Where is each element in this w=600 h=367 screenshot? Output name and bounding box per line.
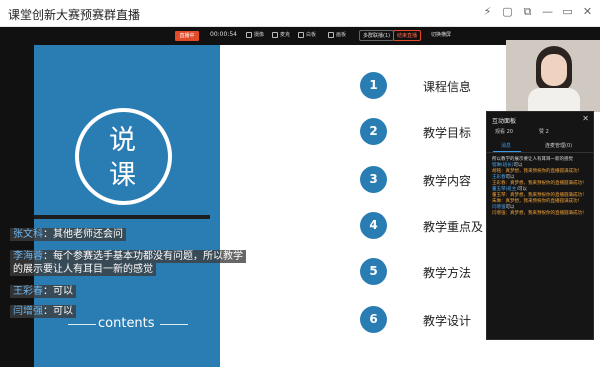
agenda-number: 5 [360,258,387,285]
agenda-number: 4 [360,212,387,239]
title-bar: 课堂创新大赛预赛群直播 ⚡ ▢ ⧉ — ▭ ✕ [0,0,600,27]
agenda-label: 课程信息 [423,80,472,94]
mic-icon [272,31,278,38]
agenda-label: 教学重点及 [423,220,484,234]
agenda-label: 教学设计 [423,314,472,328]
tab-messages[interactable]: 消息 [501,142,511,149]
viewer-count: 观看 20 [495,129,513,135]
message-list: 所以教学的展示要让人有耳目一新的感觉 程琳(班长)可以 胡铭：真梦想，我来预祝你… [492,157,590,217]
slide-title-char-1: 说 [109,125,136,156]
like-count: 赞 2 [539,129,549,135]
agenda-label: 教学内容 [423,174,472,188]
window-controls: ⚡ ▢ ⧉ — ▭ ✕ [481,5,594,19]
webcam-preview [506,40,600,112]
interaction-panel: 互动面板 ✕ 观看 20 赞 2 消息 连麦管理(0) 所以教学的展示要让人有耳… [486,111,594,340]
canvas-icon [328,31,334,38]
contents-label: contents [98,316,155,331]
maximize-button[interactable]: ▭ [561,5,574,19]
panel-title: 互动面板 [492,118,517,125]
live-comment: 闫增强：可以 [10,305,76,318]
live-comment: 李海蓉：每个参赛选手基本功都没有问题，所以教学 [10,250,246,263]
minimize-button[interactable]: — [541,5,554,19]
close-button[interactable]: ✕ [581,5,594,19]
multi-group-button[interactable]: 多群联播(1) [359,30,395,41]
agenda-number: 2 [360,118,387,145]
end-live-button[interactable]: 结束直播 [393,30,422,41]
list-item: 闫增强：真梦想，我来预祝你的直播圆满成功！ [492,211,587,216]
slide-title-char-2: 课 [109,160,136,191]
live-status-badge: 直播中 [175,31,199,41]
active-tab-indicator [493,151,521,152]
window-title: 课堂创新大赛预赛群直播 [8,8,141,22]
agenda-number: 1 [360,72,387,99]
live-comment-continued: 的展示要让人有耳目一新的感觉 [10,263,156,276]
whiteboard-toggle[interactable]: 白板 [298,31,316,38]
camera-toggle[interactable]: 摄像 [246,31,264,38]
popout-icon[interactable]: ⧉ [521,5,534,19]
whiteboard-icon [298,31,304,38]
panel-tabs: 消息 连麦管理(0) [487,140,593,153]
live-comment: 张文科：其他老师还会问 [10,228,126,241]
landscape-toggle[interactable]: 切换横屏 [428,30,454,41]
contents-line-right [160,324,188,325]
close-icon[interactable]: ✕ [582,114,589,123]
contents-line-left [68,324,96,325]
camera-icon [246,31,252,38]
agenda-number: 3 [360,166,387,193]
live-timer: 00:00:54 [210,31,237,38]
agenda-number: 6 [360,306,387,333]
screen-icon[interactable]: ▢ [501,5,514,19]
mic-toggle[interactable]: 麦克 [272,31,290,38]
flash-icon[interactable]: ⚡ [481,5,494,19]
tab-mic-management[interactable]: 连麦管理(0) [545,142,572,149]
agenda-label: 教学方法 [423,266,472,280]
canvas-toggle[interactable]: 画板 [328,31,346,38]
live-comment: 王彩春：可以 [10,285,76,298]
slide-divider [34,215,210,219]
agenda-label: 教学目标 [423,126,472,140]
